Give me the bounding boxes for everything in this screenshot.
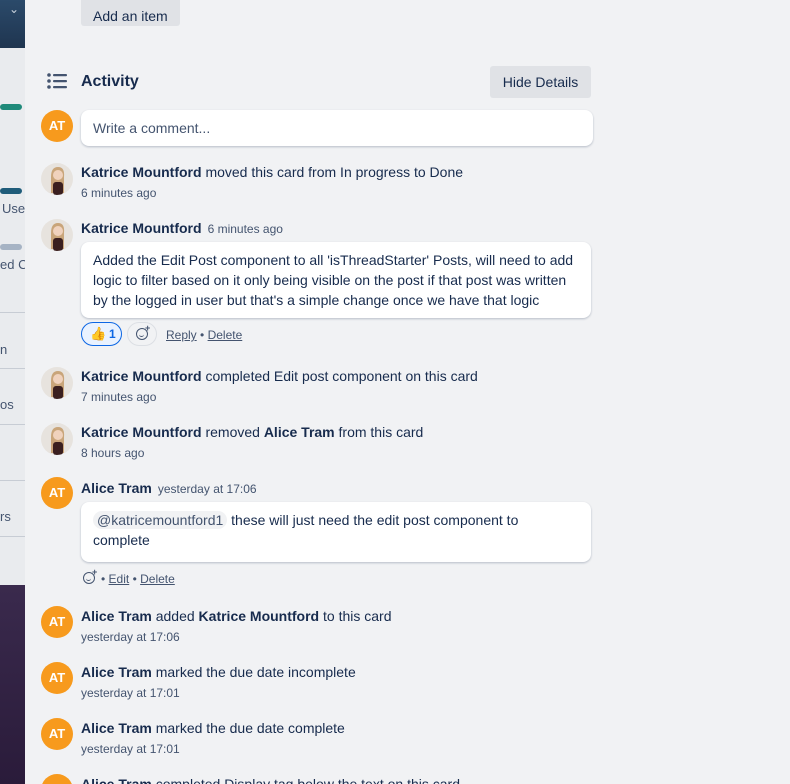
activity-entry-text: Katrice Mountford completed Edit post co… [81, 368, 478, 384]
avatar[interactable]: AT [41, 662, 73, 694]
activity-action: to this card [319, 608, 392, 624]
reply-link[interactable]: Reply [166, 328, 197, 342]
board-header: ⌄ [0, 0, 25, 48]
comment-body: @katricemountford1 these will just need … [81, 502, 591, 562]
add-checklist-item-button[interactable]: Add an item [81, 0, 180, 26]
comment-body: Added the Edit Post component to all 'is… [81, 242, 591, 318]
activity-user-name[interactable]: Alice Tram [81, 720, 152, 736]
add-emoji-icon: + [136, 323, 150, 340]
edit-link[interactable]: Edit [109, 572, 130, 586]
board-divider [0, 312, 25, 313]
board-fragment-text: rs [0, 509, 11, 524]
chevron-down-icon: ⌄ [9, 2, 20, 16]
board-divider [0, 536, 25, 537]
activity-entry-text: Katrice Mountford moved this card from I… [81, 164, 463, 180]
comment-actions: • Edit • Delete [101, 572, 175, 586]
board-divider [0, 368, 25, 369]
activity-action: from this card [334, 424, 424, 440]
activity-entry-text: Alice Tram marked the due date complete [81, 720, 345, 736]
activity-timestamp[interactable]: yesterday at 17:06 [81, 630, 180, 644]
board-footer [0, 585, 25, 784]
activity-entry-text: Alice Tram added Katrice Mountford to th… [81, 608, 391, 624]
activity-timestamp[interactable]: 6 minutes ago [208, 222, 283, 236]
activity-target-name[interactable]: Katrice Mountford [199, 608, 320, 624]
activity-user-name[interactable]: Alice Tram [81, 608, 152, 624]
activity-user-name[interactable]: Katrice Mountford [81, 164, 202, 180]
comment-input[interactable] [81, 110, 593, 146]
board-fragment-text: ed C [0, 257, 25, 272]
activity-timestamp[interactable]: yesterday at 17:01 [81, 742, 180, 756]
activity-user-name[interactable]: Alice Tram [81, 664, 152, 680]
delete-link[interactable]: Delete [140, 572, 175, 586]
activity-action: removed [201, 424, 264, 440]
avatar[interactable] [41, 423, 73, 455]
board-background: ⌄ Use ed C n os rs [0, 0, 25, 784]
add-emoji-icon[interactable]: + [83, 567, 97, 584]
reaction-badge[interactable]: 👍 1 [81, 322, 122, 346]
board-fragment-text: n [0, 342, 8, 357]
activity-user-name[interactable]: Katrice Mountford [81, 220, 202, 236]
add-reaction-button[interactable]: + [127, 322, 157, 346]
board-divider [0, 480, 25, 481]
board-list [0, 48, 25, 588]
activity-action: completed Edit post component on this ca… [201, 368, 478, 384]
avatar[interactable]: AT [41, 477, 73, 509]
activity-action: added [151, 608, 199, 624]
activity-action: marked the due date incomplete [151, 664, 356, 680]
mention-chip[interactable]: @katricemountford1 [93, 511, 228, 529]
activity-timestamp[interactable]: yesterday at 17:06 [158, 482, 257, 496]
board-fragment-text: os [0, 397, 14, 412]
separator: • [132, 572, 137, 586]
activity-user-name[interactable]: Katrice Mountford [81, 368, 202, 384]
activity-list-icon [47, 73, 67, 89]
board-label-bar [0, 188, 22, 194]
board-label-bar [0, 244, 22, 250]
activity-user-name[interactable]: Katrice Mountford [81, 424, 202, 440]
activity-timestamp[interactable]: yesterday at 17:01 [81, 686, 180, 700]
activity-entry-text: Katrice Mountford 6 minutes ago [81, 220, 283, 236]
avatar[interactable] [41, 219, 73, 251]
activity-entry-text: Alice Tram marked the due date incomplet… [81, 664, 356, 680]
current-user-avatar[interactable]: AT [41, 110, 73, 142]
activity-timestamp[interactable]: 7 minutes ago [81, 390, 156, 404]
activity-user-name[interactable]: Alice Tram [81, 480, 152, 496]
board-label-bar [0, 104, 22, 110]
activity-timestamp[interactable]: 6 minutes ago [81, 186, 156, 200]
comment-actions: Reply • Delete [166, 328, 242, 342]
board-fragment-text: Use [2, 201, 25, 216]
delete-link[interactable]: Delete [208, 328, 243, 342]
avatar[interactable] [41, 367, 73, 399]
hide-details-button[interactable]: Hide Details [490, 66, 591, 98]
activity-entry-text: Alice Tram yesterday at 17:06 [81, 480, 257, 496]
avatar[interactable] [41, 163, 73, 195]
activity-target-name[interactable]: Alice Tram [264, 424, 335, 440]
separator: • [101, 572, 106, 586]
activity-action: marked the due date complete [151, 720, 345, 736]
activity-entry-text: Katrice Mountford removed Alice Tram fro… [81, 424, 423, 440]
activity-heading: Activity [81, 73, 139, 90]
activity-action: completed Display tag below the text on … [151, 776, 460, 784]
activity-action: moved this card from In progress to Done [201, 164, 464, 180]
separator: • [200, 328, 205, 342]
activity-entry-text: Alice Tram completed Display tag below t… [81, 776, 460, 784]
activity-timestamp[interactable]: 8 hours ago [81, 446, 144, 460]
avatar[interactable]: AT [41, 606, 73, 638]
activity-user-name[interactable]: Alice Tram [81, 776, 152, 784]
thumbs-up-icon: 👍 [90, 326, 107, 341]
board-divider [0, 424, 25, 425]
reaction-count: 1 [109, 327, 116, 341]
avatar[interactable]: AT [41, 718, 73, 750]
